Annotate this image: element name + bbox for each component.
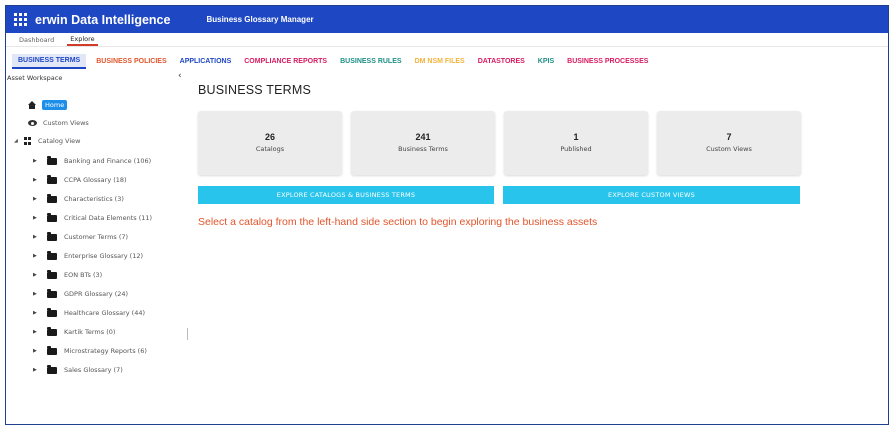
folder-icon [47,250,57,260]
folder-icon [47,155,57,165]
catalog-label: Banking and Finance (106) [64,157,152,165]
catalog-label: EON BTs (3) [64,271,103,279]
module-title: Business Glossary Manager [206,15,314,24]
subnav-explore[interactable]: Explore [67,34,98,46]
tree-home[interactable]: Home [28,100,68,110]
catalog-tree-item[interactable]: ▶ CCPA Glossary (18) [33,174,127,184]
top-bar: erwin Data Intelligence Business Glossar… [6,6,888,33]
tree-custom-views[interactable]: Custom Views [28,119,89,127]
stat-card-catalogs[interactable]: 26 Catalogs [198,111,342,175]
folder-icon [47,193,57,203]
tab-business-terms[interactable]: BUSINESS TERMS [12,53,87,69]
catalog-label: Kartik Terms (0) [64,328,116,336]
home-label: Home [42,100,68,110]
folder-icon [47,345,57,355]
collapse-sidebar-icon[interactable]: ‹ [178,71,182,81]
stat-card-published[interactable]: 1 Published [504,111,648,175]
catalog-label: CCPA Glossary (18) [64,176,127,184]
stat-value: 1 [573,132,579,142]
catalog-tree-item[interactable]: ▶ GDPR Glossary (24) [33,288,129,298]
catalog-tree-item[interactable]: ▶ Enterprise Glossary (12) [33,250,144,260]
catalog-tree-item[interactable]: ▶ Critical Data Elements (11) [33,212,153,222]
sub-navigation: Dashboard Explore [6,33,888,47]
stat-value: 7 [726,132,732,142]
page-title: BUSINESS TERMS [198,83,312,97]
sidebar-resize-handle[interactable] [187,328,188,340]
folder-icon [47,364,57,374]
folder-icon [47,288,57,298]
catalog-label: Critical Data Elements (11) [64,214,153,222]
stat-value: 241 [415,132,431,142]
catalog-grid-icon [24,137,32,145]
catalog-label: Enterprise Glossary (12) [64,252,144,260]
expand-caret-icon[interactable]: ▶ [33,329,47,335]
tab-business-processes[interactable]: BUSINESS PROCESSES [561,55,654,68]
expand-caret-icon[interactable]: ▶ [33,215,47,221]
explore-catalogs-button[interactable]: EXPLORE CATALOGS & BUSINESS TERMS [198,186,494,204]
catalog-tree-item[interactable]: ▶ Customer Terms (7) [33,231,129,241]
tab-business-policies[interactable]: BUSINESS POLICIES [90,55,172,68]
asset-workspace-sidebar: Asset Workspace ‹ Home Custom Views ◢ Ca… [6,71,187,424]
tab-business-rules[interactable]: BUSINESS RULES [334,55,407,68]
expand-caret-icon[interactable]: ▶ [33,367,47,373]
catalog-label: Healthcare Glossary (44) [64,309,145,317]
tab-datastores[interactable]: DATASTORES [472,55,531,68]
stat-value: 26 [264,132,275,142]
catalog-tree-item[interactable]: ▶ Sales Glossary (7) [33,364,123,374]
stat-label: Published [560,145,592,153]
stat-label: Business Terms [398,145,448,153]
main-content: BUSINESS TERMS 26 Catalogs 241 Business … [196,81,886,421]
app-launcher-icon[interactable] [14,13,27,26]
tree-catalog-view[interactable]: ◢ Catalog View [14,137,80,145]
tab-kpis[interactable]: KPIS [532,55,560,68]
subnav-dashboard[interactable]: Dashboard [16,35,57,45]
stat-card-custom-views[interactable]: 7 Custom Views [657,111,801,175]
catalog-tree-item[interactable]: ▶ Kartik Terms (0) [33,326,116,336]
folder-icon [47,326,57,336]
app-window: erwin Data Intelligence Business Glossar… [5,5,889,425]
catalog-view-label: Catalog View [38,137,81,145]
catalog-label: Characteristics (3) [64,195,124,203]
folder-icon [47,212,57,222]
folder-icon [47,269,57,279]
asset-tabs: BUSINESS TERMS BUSINESS POLICIES APPLICA… [6,51,888,71]
expand-caret-icon[interactable]: ▶ [33,310,47,316]
folder-icon [47,231,57,241]
expand-caret-icon[interactable]: ▶ [33,291,47,297]
app-title: erwin Data Intelligence [35,12,171,27]
catalog-label: Microstrategy Reports (6) [64,347,147,355]
catalog-tree-item[interactable]: ▶ Healthcare Glossary (44) [33,307,145,317]
tab-dm-nsm-files[interactable]: DM NSM FILES [409,55,471,68]
expand-caret-icon[interactable]: ▶ [33,234,47,240]
catalog-tree-item[interactable]: ▶ Banking and Finance (106) [33,155,152,165]
expand-caret-icon[interactable]: ▶ [33,158,47,164]
expand-caret-icon[interactable]: ▶ [33,177,47,183]
tab-compliance-reports[interactable]: COMPLIANCE REPORTS [238,55,333,68]
expand-caret-icon[interactable]: ▶ [33,196,47,202]
explore-custom-views-button[interactable]: EXPLORE CUSTOM VIEWS [503,186,800,204]
catalog-tree-item[interactable]: ▶ EON BTs (3) [33,269,103,279]
folder-icon [47,174,57,184]
custom-views-label: Custom Views [43,119,89,127]
expand-caret-icon[interactable]: ▶ [33,253,47,259]
expand-caret-icon[interactable]: ▶ [33,348,47,354]
catalog-tree-item[interactable]: ▶ Microstrategy Reports (6) [33,345,147,355]
catalog-label: GDPR Glossary (24) [64,290,129,298]
catalog-label: Sales Glossary (7) [64,366,123,374]
stat-card-business-terms[interactable]: 241 Business Terms [351,111,495,175]
catalog-label: Customer Terms (7) [64,233,129,241]
tab-applications[interactable]: APPLICATIONS [174,55,238,68]
asset-workspace-header: Asset Workspace [7,74,63,82]
expanded-arrow-icon[interactable]: ◢ [14,138,24,144]
expand-caret-icon[interactable]: ▶ [33,272,47,278]
instruction-message: Select a catalog from the left-hand side… [198,216,598,228]
catalog-tree-item[interactable]: ▶ Characteristics (3) [33,193,124,203]
folder-icon [47,307,57,317]
stat-label: Catalogs [255,145,285,153]
eye-icon [28,120,37,126]
stat-label: Custom Views [706,145,752,153]
home-icon [28,101,36,109]
